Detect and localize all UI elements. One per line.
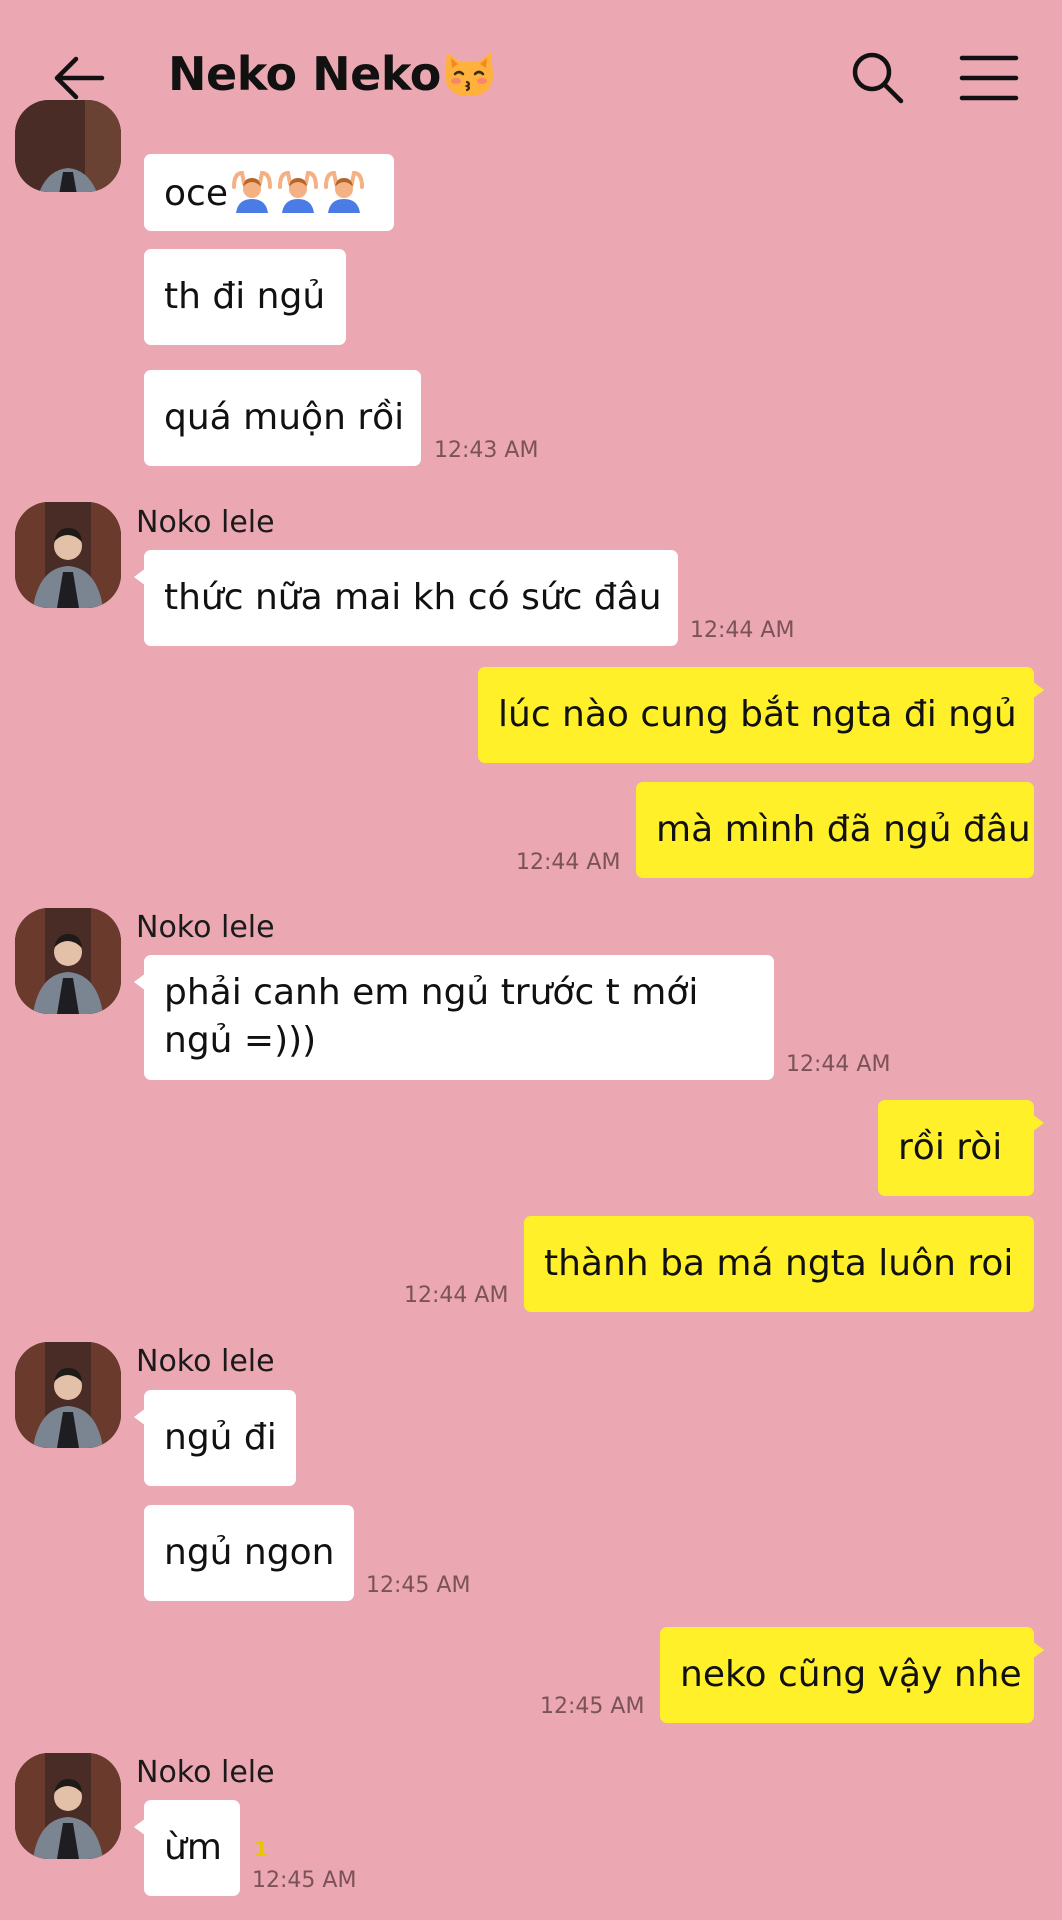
arrow-left-icon	[54, 56, 105, 100]
sender-name: Noko lele	[136, 1344, 275, 1379]
search-button[interactable]	[848, 48, 908, 108]
chat-title-text: Neko Neko	[168, 47, 441, 101]
message-bubble-incoming[interactable]: ngủ đi	[134, 1390, 296, 1486]
message-bubble-outgoing[interactable]: mà mình đã ngủ đâu	[636, 782, 1034, 878]
kissing-cat-emoji-icon	[441, 46, 497, 100]
message-bubble-incoming[interactable]: thức nữa mai kh có sức đâu	[134, 550, 678, 646]
person-gesturing-ok-icon	[322, 169, 366, 213]
sender-name: Noko lele	[136, 910, 275, 945]
unread-count: 1	[254, 1837, 268, 1861]
message-bubble-outgoing[interactable]: neko cũng vậy nhe	[660, 1627, 1044, 1723]
message-text: ừm	[164, 1827, 222, 1868]
contact-avatar[interactable]	[15, 1342, 121, 1448]
message-text: neko cũng vậy nhe	[680, 1654, 1022, 1695]
message-bubble-incoming[interactable]: phải canh em ngủ trước t mới ngủ =)))	[134, 955, 774, 1080]
message-bubble-outgoing[interactable]: rồi ròi	[878, 1100, 1044, 1196]
person-gesturing-ok-icon	[276, 169, 320, 213]
search-icon	[852, 52, 904, 104]
message-text: th đi ngủ	[164, 276, 326, 317]
message-bubble-outgoing[interactable]: lúc nào cung bắt ngta đi ngủ	[478, 667, 1044, 763]
message-timestamp: 12:44 AM	[404, 1283, 509, 1308]
message-text: oce	[164, 173, 228, 214]
message-bubble-incoming[interactable]: th đi ngủ	[144, 249, 346, 345]
sender-name: Noko lele	[136, 1755, 275, 1790]
message-text: thành ba má ngta luôn roi	[544, 1243, 1014, 1284]
message-text: lúc nào cung bắt ngta đi ngủ	[498, 694, 1017, 735]
message-timestamp: 12:45 AM	[540, 1694, 645, 1719]
message-timestamp: 12:45 AM	[252, 1868, 357, 1893]
message-text: phải canh em ngủ trước t mới ngủ =)))	[164, 972, 699, 1061]
message-text: quá muộn rồi	[164, 397, 405, 438]
message-timestamp: 12:43 AM	[434, 438, 539, 463]
message-bubble-incoming[interactable]: ừm	[134, 1800, 240, 1896]
contact-avatar[interactable]	[15, 908, 121, 1014]
chat-title: Neko Neko	[168, 46, 497, 101]
message-timestamp: 12:44 AM	[516, 850, 621, 875]
contact-avatar[interactable]	[15, 502, 121, 608]
message-bubble-incoming[interactable]: ngủ ngon	[144, 1505, 354, 1601]
message-bubble-outgoing[interactable]: thành ba má ngta luôn roi	[524, 1216, 1034, 1312]
message-text: rồi ròi	[898, 1127, 1003, 1168]
menu-button[interactable]	[958, 52, 1020, 104]
message-bubble-incoming[interactable]: quá muộn rồi	[144, 370, 421, 466]
message-bubble-incoming[interactable]: oce	[144, 154, 394, 231]
message-text: mà mình đã ngủ đâu	[656, 809, 1031, 850]
back-button[interactable]	[48, 48, 118, 108]
message-text: thức nữa mai kh có sức đâu	[164, 577, 662, 618]
message-timestamp: 12:45 AM	[366, 1573, 471, 1598]
message-text: ngủ ngon	[164, 1532, 335, 1573]
person-gesturing-ok-icon	[230, 169, 274, 213]
message-timestamp: 12:44 AM	[786, 1052, 891, 1077]
message-timestamp: 12:44 AM	[690, 618, 795, 643]
message-text: ngủ đi	[164, 1417, 277, 1458]
contact-avatar[interactable]	[15, 100, 121, 192]
hamburger-menu-icon	[959, 55, 1019, 101]
sender-name: Noko lele	[136, 505, 275, 540]
chat-screen: Neko Neko oce th đi ngủ quá muộn rồi 12:…	[0, 0, 1062, 1920]
chat-header: Neko Neko	[0, 0, 1062, 155]
contact-avatar[interactable]	[15, 1753, 121, 1859]
